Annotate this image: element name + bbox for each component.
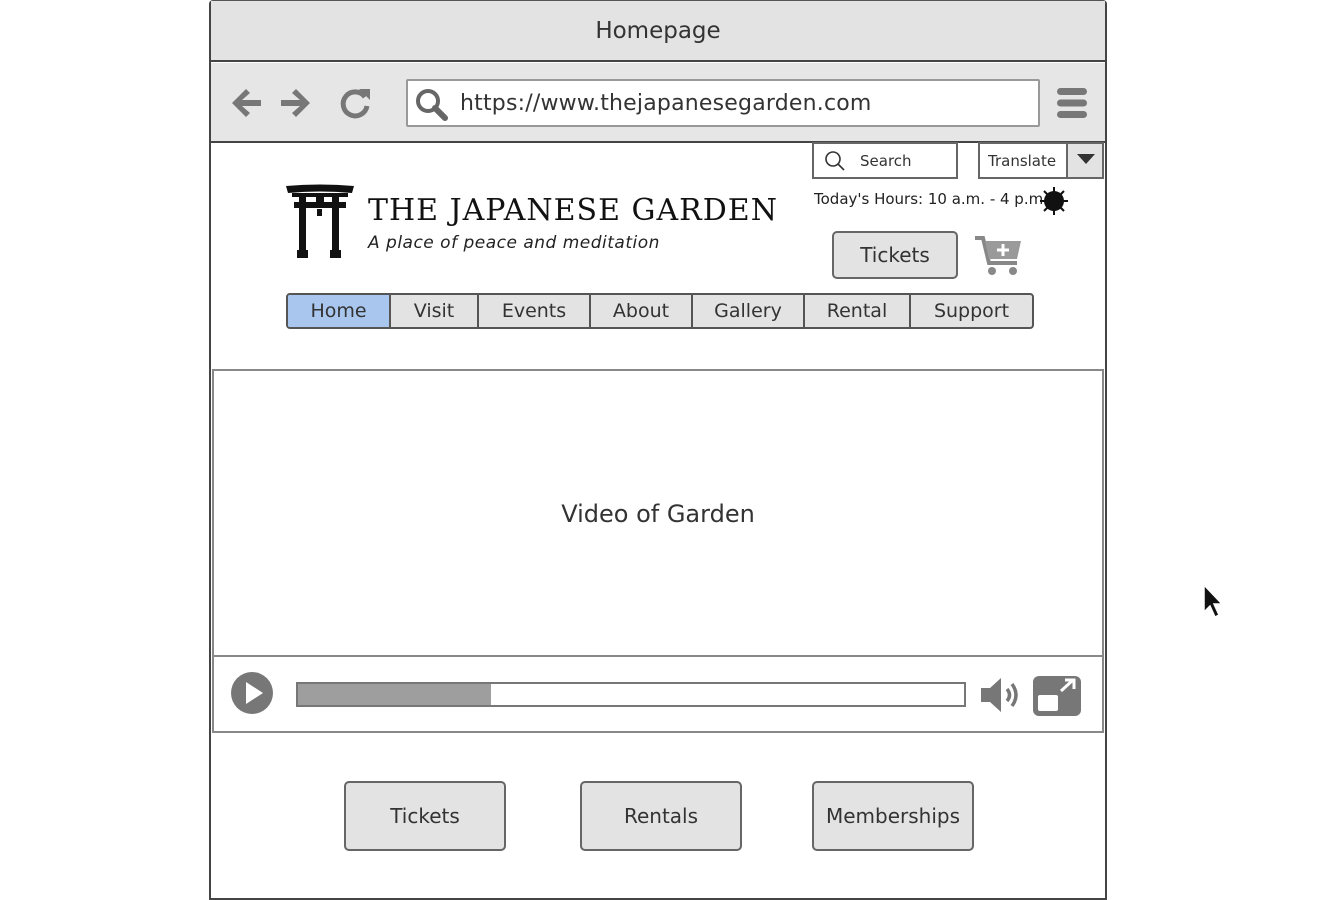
add-to-cart-icon[interactable] [975, 235, 1023, 277]
sun-icon [1040, 187, 1068, 215]
mouse-cursor-icon [1203, 584, 1224, 619]
back-arrow-icon[interactable] [228, 85, 264, 121]
search-icon [416, 89, 448, 121]
video-controls [212, 655, 1104, 733]
translate-label: Translate [988, 151, 1057, 170]
translate-dropdown[interactable]: Translate [978, 142, 1104, 179]
main-navigation: Home Visit Events About Gallery Rental S… [286, 293, 1034, 329]
nav-item-rental[interactable]: Rental [805, 295, 911, 327]
hamburger-menu-icon[interactable] [1055, 85, 1089, 121]
video-progress-bar[interactable] [296, 682, 966, 707]
url-text: https://www.thejapanesegarden.com [460, 90, 872, 116]
video-progress-fill [298, 684, 492, 705]
search-placeholder: Search [860, 151, 912, 170]
nav-item-visit[interactable]: Visit [391, 295, 479, 327]
nav-item-home[interactable]: Home [288, 295, 391, 327]
tickets-button[interactable]: Tickets [832, 231, 958, 279]
rentals-action-button[interactable]: Rentals [580, 781, 742, 851]
translate-dropdown-toggle[interactable] [1066, 142, 1104, 179]
site-search-input[interactable]: Search [812, 142, 958, 179]
search-icon [825, 150, 845, 171]
site-logo-title[interactable]: THE JAPANESE GARDEN [368, 193, 778, 228]
window-title-bar: Homepage [211, 1, 1105, 62]
torii-gate-icon [286, 184, 354, 258]
nav-item-events[interactable]: Events [479, 295, 591, 327]
memberships-action-button[interactable]: Memberships [812, 781, 974, 851]
reload-icon[interactable] [337, 85, 373, 121]
video-placeholder-label: Video of Garden [561, 500, 755, 528]
fullscreen-icon[interactable] [1032, 675, 1082, 717]
play-icon[interactable] [230, 671, 274, 715]
address-bar[interactable]: https://www.thejapanesegarden.com [406, 79, 1040, 127]
todays-hours: Today's Hours: 10 a.m. - 4 p.m. [814, 190, 1048, 208]
nav-item-about[interactable]: About [591, 295, 693, 327]
volume-icon[interactable] [979, 675, 1023, 715]
chevron-down-icon [1077, 154, 1095, 164]
site-tagline: A place of peace and meditation [368, 233, 660, 253]
video-player[interactable]: Video of Garden [212, 369, 1104, 657]
tickets-action-button[interactable]: Tickets [344, 781, 506, 851]
window-title: Homepage [595, 17, 721, 44]
nav-item-support[interactable]: Support [911, 295, 1032, 327]
forward-arrow-icon[interactable] [278, 85, 314, 121]
nav-item-gallery[interactable]: Gallery [693, 295, 805, 327]
